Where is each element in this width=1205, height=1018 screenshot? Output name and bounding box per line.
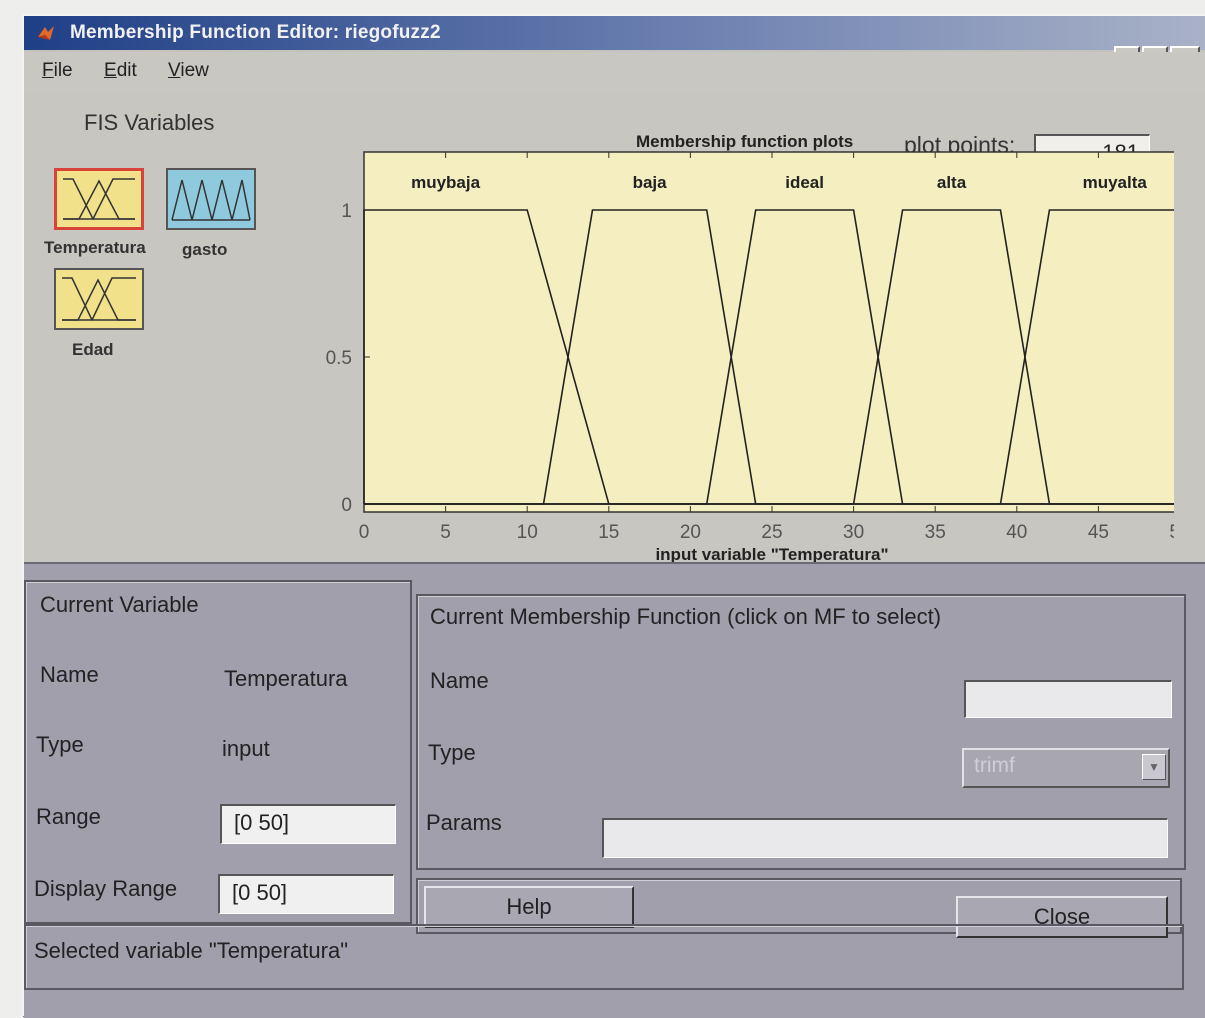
variable-type-label: Type [36,732,84,757]
mf-type-select[interactable]: trimf ▼ [962,748,1170,788]
fis-variable-label: gasto [182,240,228,259]
mf-type-value: trimf [974,754,1015,777]
menu-view-label: iew [180,60,209,81]
variable-range-label: Range [36,804,101,829]
fis-variable-edad[interactable] [54,268,144,330]
mf-label: ideal [785,173,824,192]
mf-label: baja [633,173,668,192]
mf-label: alta [937,173,967,192]
x-tick-label: 25 [761,522,782,543]
y-tick-label: 1 [341,201,352,222]
fis-variable-label: Edad [72,340,114,359]
x-tick-label: 15 [598,522,619,543]
fis-variable-temperatura[interactable] [54,168,144,230]
display-range-label: Display Range [34,876,178,901]
variable-name-label: Name [40,662,99,687]
x-tick-label: 20 [680,522,701,543]
y-tick-label: 0.5 [326,348,352,369]
mf-label: muyalta [1083,173,1148,192]
mf-icon [171,179,251,221]
fis-variable-gasto[interactable] [166,168,256,230]
matlab-logo-icon [38,26,54,40]
help-button[interactable]: Help [424,886,634,928]
membership-function-plot[interactable]: 0 5 10 15 20 25 30 35 40 45 50 0 0.5 1 muybaja baja idea… [294,142,1174,562]
y-tick-label: 0 [341,495,352,516]
menu-view-accel: V [168,60,181,81]
plot-background [363,151,1174,513]
current-mf-heading: Current Membership Function (click on MF… [430,604,942,629]
fis-variable-label: Temperatura [44,238,146,257]
fis-plot-area: FIS Variables Temperatura gasto Edad Mem… [24,92,1205,562]
x-tick-label: 35 [925,522,946,543]
menu-edit[interactable]: Edit [104,60,137,82]
menu-bar: File Edit View [24,52,1205,92]
mf-params-label: Params [426,810,502,835]
current-variable-panel: Current Variable Name Temperatura Type i… [24,580,412,924]
mf-icon [63,178,135,220]
fis-variables-title: FIS Variables [84,110,215,135]
menu-edit-accel: E [104,60,117,81]
mf-name-label: Name [430,668,489,693]
x-axis-label: input variable "Temperatura" [655,545,888,562]
range-input[interactable]: [0 50] [220,804,396,844]
mf-type-label: Type [428,740,476,765]
x-tick-label: 0 [359,522,370,543]
mf-params-input[interactable] [602,818,1168,858]
status-text: Selected variable "Temperatura" [34,938,349,963]
variable-type-value: input [222,736,270,761]
status-bar: Selected variable "Temperatura" [24,924,1184,990]
x-tick-label: 30 [843,522,864,543]
mf-editor-window: Membership Function Editor: riegofuzz2 _… [22,14,1205,1018]
x-tick-label: 45 [1088,522,1109,543]
x-tick-label: 40 [1006,522,1027,543]
current-variable-heading: Current Variable [40,592,199,617]
x-tick-label: 10 [517,522,538,543]
menu-edit-label: dit [116,60,137,81]
menu-file-accel: F [42,60,54,81]
x-tick-label: 50 [1169,522,1174,543]
current-mf-panel: Current Membership Function (click on MF… [416,594,1186,870]
menu-file-label: ile [53,60,73,81]
menu-view[interactable]: View [168,60,209,82]
window-title: Membership Function Editor: riegofuzz2 [70,22,441,43]
mf-icon [62,277,136,321]
variable-name-value: Temperatura [224,666,348,691]
display-range-input[interactable]: [0 50] [218,874,394,914]
chevron-down-icon[interactable]: ▼ [1142,754,1166,780]
properties-area: Current Variable Name Temperatura Type i… [24,562,1205,1018]
x-tick-label: 5 [440,522,451,543]
menu-file[interactable]: File [42,60,73,82]
mf-label: muybaja [411,173,481,192]
mf-name-input[interactable] [964,680,1172,718]
title-bar[interactable]: Membership Function Editor: riegofuzz2 [24,16,1205,50]
